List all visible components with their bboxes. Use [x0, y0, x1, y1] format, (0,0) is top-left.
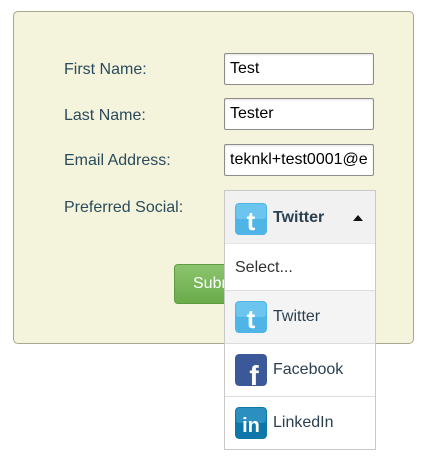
email-field[interactable] [224, 144, 374, 176]
svg-text:t: t [247, 206, 256, 235]
linkedin-icon: in [235, 407, 267, 439]
dropdown-option-facebook[interactable]: f Facebook [225, 343, 375, 396]
social-dropdown-list: Select... t Twitter f Facebook in Linked… [224, 243, 376, 450]
caret-up-icon [353, 215, 363, 221]
preferred-social-label: Preferred Social: [64, 199, 184, 216]
option-label: Twitter [273, 308, 321, 325]
dropdown-option-twitter[interactable]: t Twitter [225, 290, 375, 343]
twitter-icon: t [235, 203, 267, 235]
last-name-label: Last Name: [64, 107, 146, 124]
first-name-field[interactable] [224, 53, 374, 85]
svg-text:t: t [247, 304, 256, 333]
last-name-field[interactable] [224, 98, 374, 130]
option-label: Select... [235, 259, 293, 276]
email-label: Email Address: [64, 152, 171, 169]
svg-text:in: in [242, 415, 260, 437]
option-label: Facebook [273, 361, 344, 378]
option-label: LinkedIn [273, 414, 334, 431]
facebook-icon: f [235, 354, 267, 386]
preferred-social-select[interactable]: t Twitter [224, 190, 376, 244]
first-name-label: First Name: [64, 61, 147, 78]
dropdown-option-select[interactable]: Select... [225, 243, 375, 290]
dropdown-option-linkedin[interactable]: in LinkedIn [225, 396, 375, 449]
twitter-icon: t [235, 301, 267, 333]
selected-social-label: Twitter [273, 209, 325, 226]
svg-text:f: f [249, 360, 259, 386]
